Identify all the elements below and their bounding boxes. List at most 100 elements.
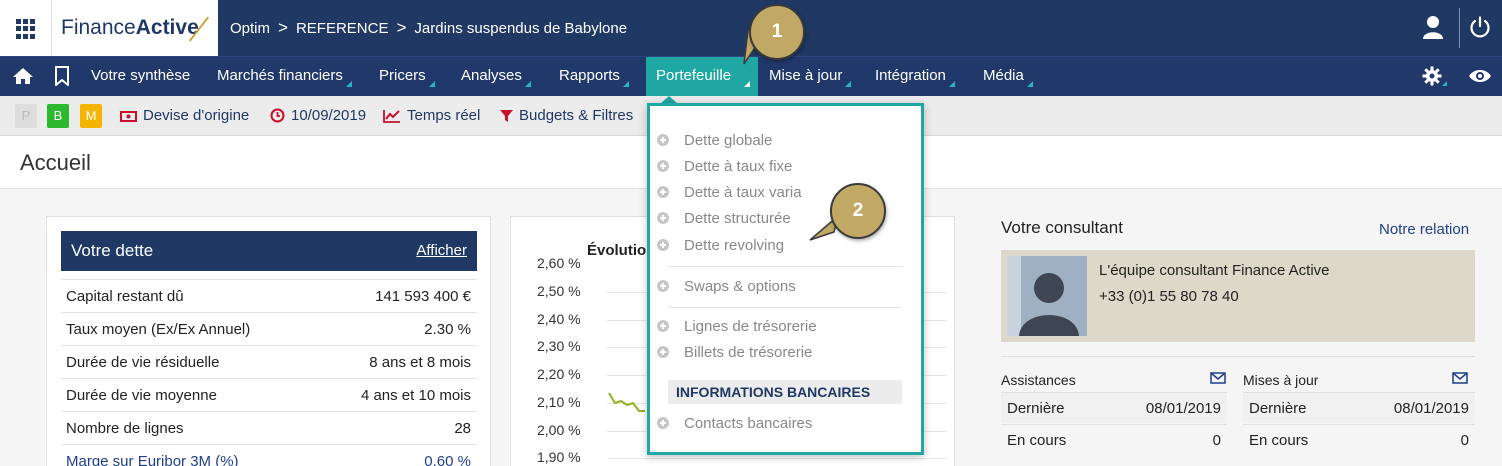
dropdown-indicator-icon (428, 81, 435, 87)
temps-reel-button[interactable]: Temps réel (383, 96, 480, 136)
dropdown-indicator-icon (622, 81, 629, 87)
mail-icon[interactable] (1452, 372, 1468, 384)
menu-item-label: Dette structurée (684, 210, 791, 227)
devise-button[interactable]: Devise d'origine (120, 96, 249, 136)
menu-item-dette-globale[interactable]: Dette globale (657, 132, 772, 149)
y-tick-label: 1,90 % (537, 449, 581, 465)
gear-icon[interactable] (1422, 66, 1442, 86)
menu-item-contacts-bancaires[interactable]: Contacts bancaires (657, 415, 812, 432)
menu-item-swaps-options[interactable]: Swaps & options (657, 278, 796, 295)
dropdown-indicator-icon (1442, 81, 1447, 86)
nav-item-rapports[interactable]: Rapports (559, 57, 629, 97)
clock-icon (270, 108, 285, 123)
assistances-row: En cours 0 (1001, 424, 1227, 455)
menu-item-lignes-tresorerie[interactable]: Lignes de trésorerie (657, 318, 817, 335)
assistances-title: Assistances (1001, 372, 1076, 388)
divider (1001, 356, 1475, 357)
menu-item-dette-structuree[interactable]: Dette structurée (657, 210, 791, 227)
dette-row-label: Capital restant dû (66, 288, 184, 305)
bookmark-icon[interactable] (54, 66, 70, 86)
nav-item-marches-financiers[interactable]: Marchés financiers (217, 57, 352, 97)
row-label: En cours (1249, 432, 1309, 449)
budgets-filtres-label: Budgets & Filtres (519, 107, 634, 124)
nav-item-label: Pricers (379, 67, 426, 84)
plus-circle-icon (657, 346, 669, 358)
dette-row-label: Durée de vie résiduelle (66, 354, 220, 371)
nav-item-pricers[interactable]: Pricers (379, 57, 435, 97)
home-icon[interactable] (12, 67, 34, 85)
power-icon[interactable] (1469, 16, 1491, 38)
person-silhouette-icon (1007, 256, 1087, 336)
plus-circle-icon (657, 320, 669, 332)
menu-item-label: Dette revolving (684, 237, 785, 254)
dropdown-indicator-icon (948, 81, 955, 87)
nav-item-label: Analyses (461, 67, 522, 84)
menu-item-label: Dette à taux fixe (684, 158, 793, 175)
date-label: 10/09/2019 (291, 107, 367, 124)
apps-grid-button[interactable] (0, 0, 52, 56)
divider (1459, 8, 1460, 48)
logo-text-regular: Finance (61, 16, 136, 39)
chart-title: Évolutio (587, 242, 647, 259)
date-button[interactable]: 10/09/2019 (270, 96, 366, 136)
breadcrumb-item[interactable]: Jardins suspendus de Babylone (414, 20, 627, 37)
notre-relation-link[interactable]: Notre relation (1379, 221, 1469, 238)
dette-row: Taux moyen (Ex/Ex Annuel) 2.30 % (61, 312, 477, 345)
dropdown-indicator-icon (345, 81, 352, 87)
budgets-filtres-button[interactable]: Budgets & Filtres (500, 96, 633, 136)
user-icon[interactable] (1422, 15, 1444, 39)
eye-icon[interactable] (1468, 68, 1492, 84)
afficher-link[interactable]: Afficher (416, 242, 467, 259)
banknote-icon (120, 111, 137, 122)
row-value: 08/01/2019 (1145, 400, 1221, 417)
logo-text-bold: Active (135, 16, 199, 39)
menu-item-label: Billets de trésorerie (684, 344, 813, 361)
pill-p-button[interactable]: P (15, 104, 37, 128)
y-tick-label: 2,50 % (537, 283, 581, 299)
chart-line-series (608, 392, 645, 412)
plus-circle-icon (657, 212, 669, 224)
page-title: Accueil (20, 150, 91, 175)
menu-item-dette-revolving[interactable]: Dette revolving (657, 237, 785, 254)
menu-item-label: Lignes de trésorerie (684, 318, 817, 335)
pill-m-button[interactable]: M (80, 104, 102, 128)
row-value: 08/01/2019 (1393, 400, 1469, 417)
breadcrumb-item[interactable]: Optim (230, 20, 270, 37)
annotation-marker-1: 1 (749, 4, 805, 60)
menu-item-billets-tresorerie[interactable]: Billets de trésorerie (657, 344, 813, 361)
nav-item-analyses[interactable]: Analyses (461, 57, 531, 97)
devise-label: Devise d'origine (143, 107, 250, 124)
nav-item-media[interactable]: Média (983, 57, 1033, 97)
menu-item-dette-taux-variable[interactable]: Dette à taux varia (657, 184, 802, 201)
dette-row-label: Durée de vie moyenne (66, 387, 217, 404)
mail-icon[interactable] (1210, 372, 1226, 384)
consultant-box: L'équipe consultant Finance Active +33 (… (1001, 250, 1475, 342)
pill-b-button[interactable]: B (47, 104, 69, 128)
dette-row: Durée de vie résiduelle 8 ans et 8 mois (61, 345, 477, 378)
y-tick-label: 2,40 % (537, 311, 581, 327)
y-tick-label: 2,00 % (537, 422, 581, 438)
row-value: 0 (1212, 432, 1221, 449)
assistances-row: Dernière 08/01/2019 (1001, 392, 1227, 423)
y-tick-label: 2,20 % (537, 366, 581, 382)
y-tick-label: 2,60 % (537, 255, 581, 271)
nav-item-label: Mise à jour (769, 67, 843, 84)
dette-row-link[interactable]: Marge sur Euribor 3M (%) 0,60 % (61, 444, 477, 466)
plus-circle-icon (657, 417, 669, 429)
y-tick-label: 2,10 % (537, 394, 581, 410)
nav-item-votre-synthese[interactable]: Votre synthèse (91, 57, 190, 97)
filter-icon (500, 110, 513, 122)
logo[interactable]: FinanceActive (52, 0, 218, 56)
dette-row-value: 8 ans et 8 mois (369, 354, 471, 371)
menu-section-header: INFORMATIONS BANCAIRES (668, 380, 902, 404)
avatar (1007, 256, 1087, 336)
consultant-phone: +33 (0)1 55 80 78 40 (1099, 288, 1239, 305)
nav-item-label: Marchés financiers (217, 67, 343, 84)
menu-item-dette-taux-fixe[interactable]: Dette à taux fixe (657, 158, 793, 175)
nav-item-mise-a-jour[interactable]: Mise à jour (769, 57, 852, 97)
breadcrumb-item[interactable]: REFERENCE (296, 20, 389, 37)
mises-a-jour-row: Dernière 08/01/2019 (1243, 392, 1475, 423)
nav-item-integration[interactable]: Intégration (875, 57, 955, 97)
annotation-marker-2: 2 (830, 183, 886, 239)
chevron-right-icon: > (396, 18, 407, 37)
